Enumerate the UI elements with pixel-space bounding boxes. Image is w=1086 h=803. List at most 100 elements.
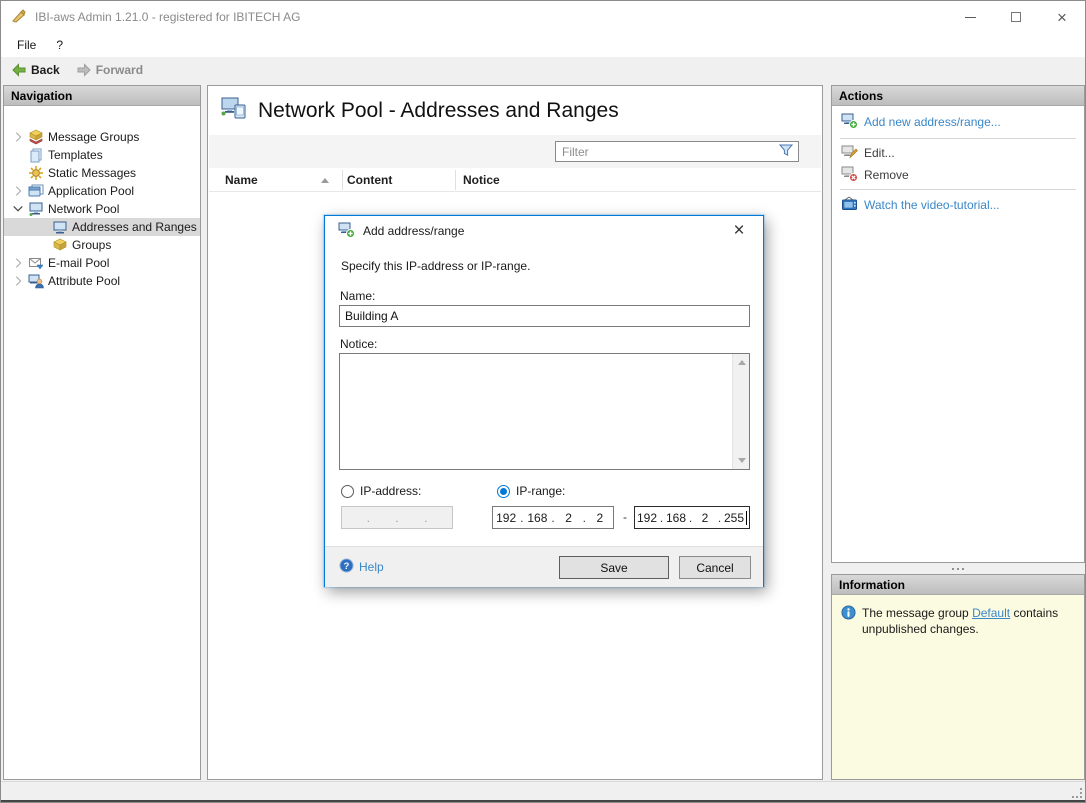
- sidebar-item-label: Groups: [72, 238, 111, 252]
- info-icon: [841, 605, 856, 637]
- chevron-spacer: [10, 165, 26, 181]
- remove-icon: [841, 166, 858, 185]
- scroll-down-icon[interactable]: [738, 458, 746, 463]
- sidebar-item-label: Message Groups: [48, 130, 139, 144]
- filter-input[interactable]: [556, 145, 779, 159]
- status-bar: [1, 781, 1085, 800]
- notice-scrollbar[interactable]: [732, 354, 749, 469]
- sort-ascending-icon: [321, 178, 329, 183]
- radio-unchecked-icon[interactable]: [341, 485, 354, 498]
- action-watch-video-tutorial[interactable]: Watch the video-tutorial...: [832, 195, 1084, 215]
- close-button[interactable]: ×: [1039, 1, 1085, 33]
- cancel-button[interactable]: Cancel: [679, 556, 751, 579]
- menu-help[interactable]: ?: [46, 33, 73, 57]
- sidebar-item-static-messages[interactable]: Static Messages: [4, 164, 200, 182]
- back-button[interactable]: Back: [5, 60, 66, 80]
- information-header: Information: [832, 575, 1084, 595]
- ip-range-to-input[interactable]: 192.168.2.255: [634, 506, 750, 529]
- close-icon: ×: [1057, 9, 1067, 26]
- action-video-label: Watch the video-tutorial...: [864, 198, 1000, 212]
- dialog-description: Specify this IP-address or IP-range.: [341, 259, 530, 273]
- action-add-label: Add new address/range...: [864, 115, 1001, 129]
- application-pool-icon: [28, 183, 44, 199]
- menu-file[interactable]: File: [7, 33, 46, 57]
- templates-icon: [28, 147, 44, 163]
- sidebar-item-groups[interactable]: Groups: [4, 236, 200, 254]
- ip-address-radio-label: IP-address:: [360, 484, 421, 498]
- back-arrow-icon: [11, 62, 27, 78]
- chevron-right-icon[interactable]: [10, 183, 26, 199]
- action-add-new-address-range[interactable]: Add new address/range...: [832, 112, 1084, 132]
- chevron-spacer: [10, 147, 26, 163]
- static-messages-icon: [28, 165, 44, 181]
- panel-splitter[interactable]: [831, 565, 1085, 573]
- ip-range-from-input[interactable]: 192.168.2.2: [492, 506, 614, 529]
- network-pool-header-icon: [220, 96, 248, 125]
- dialog-close-button[interactable]: ×: [725, 218, 753, 244]
- menu-bar: File ?: [1, 33, 1085, 57]
- sidebar-item-addresses-and-ranges[interactable]: Addresses and Ranges: [4, 218, 200, 236]
- information-panel: Information The message group Default co…: [831, 574, 1085, 780]
- action-edit-label: Edit...: [864, 146, 895, 160]
- text-cursor: [746, 511, 747, 525]
- filter-funnel-icon[interactable]: [779, 144, 793, 160]
- attribute-pool-icon: [28, 273, 44, 289]
- ip-address-input[interactable]: ...: [341, 506, 453, 529]
- action-edit[interactable]: Edit...: [832, 143, 1084, 163]
- notice-field[interactable]: [339, 353, 750, 470]
- scroll-up-icon[interactable]: [738, 360, 746, 365]
- forward-button[interactable]: Forward: [70, 60, 149, 80]
- chevron-right-icon[interactable]: [10, 273, 26, 289]
- ip-range-radio-label: IP-range:: [516, 484, 565, 498]
- add-address-range-dialog: Add address/range × Specify this IP-addr…: [324, 215, 764, 587]
- ip-range-radio[interactable]: IP-range:: [497, 484, 565, 498]
- message-groups-icon: [28, 129, 44, 145]
- sidebar-item-attribute-pool[interactable]: Attribute Pool: [4, 272, 200, 290]
- filter-bar: [209, 135, 821, 168]
- sidebar-item-message-groups[interactable]: Message Groups: [4, 128, 200, 146]
- back-label: Back: [31, 63, 60, 77]
- groups-icon: [52, 237, 68, 253]
- column-separator[interactable]: [342, 170, 343, 190]
- range-dash: -: [618, 510, 632, 524]
- column-header-content[interactable]: Content: [347, 168, 392, 192]
- chevron-right-icon[interactable]: [10, 129, 26, 145]
- table-header: Name Content Notice: [209, 168, 821, 192]
- octet: 2: [587, 511, 613, 525]
- sidebar-item-network-pool[interactable]: Network Pool: [4, 200, 200, 218]
- maximize-button[interactable]: [993, 1, 1039, 33]
- action-remove[interactable]: Remove: [832, 165, 1084, 185]
- sidebar-item-email-pool[interactable]: E-mail Pool: [4, 254, 200, 272]
- chevron-down-icon[interactable]: [10, 201, 26, 217]
- default-message-group-link[interactable]: Default: [972, 606, 1010, 620]
- chevron-right-icon[interactable]: [10, 255, 26, 271]
- window-title: IBI-aws Admin 1.21.0 - registered for IB…: [35, 10, 300, 24]
- title-bar: IBI-aws Admin 1.21.0 - registered for IB…: [1, 1, 1085, 33]
- radio-checked-icon[interactable]: [497, 485, 510, 498]
- sidebar-item-label: Attribute Pool: [48, 274, 120, 288]
- forward-label: Forward: [96, 63, 143, 77]
- sidebar-item-templates[interactable]: Templates: [4, 146, 200, 164]
- column-header-notice[interactable]: Notice: [463, 168, 500, 192]
- navigation-panel: Navigation Message Groups Templates Stat…: [3, 85, 201, 780]
- ip-address-radio[interactable]: IP-address:: [341, 484, 421, 498]
- dialog-title-bar: Add address/range ×: [325, 216, 763, 246]
- resize-grip[interactable]: [1070, 786, 1082, 798]
- column-separator[interactable]: [455, 170, 456, 190]
- name-field[interactable]: [339, 305, 750, 327]
- addresses-icon: [52, 219, 68, 235]
- page-title: Network Pool - Addresses and Ranges: [258, 99, 619, 123]
- help-link[interactable]: ? Help: [339, 558, 384, 576]
- sidebar-item-application-pool[interactable]: Application Pool: [4, 182, 200, 200]
- window-controls: ×: [947, 1, 1085, 33]
- save-button[interactable]: Save: [559, 556, 669, 579]
- dialog-title: Add address/range: [363, 224, 464, 238]
- main-title-row: Network Pool - Addresses and Ranges: [208, 86, 822, 135]
- navigation-header: Navigation: [4, 86, 200, 106]
- email-pool-icon: [28, 255, 44, 271]
- add-address-icon: [841, 113, 858, 132]
- toolbar: Back Forward: [1, 57, 1085, 83]
- column-header-name[interactable]: Name: [225, 168, 258, 192]
- minimize-button[interactable]: [947, 1, 993, 33]
- octet: 168: [664, 511, 688, 525]
